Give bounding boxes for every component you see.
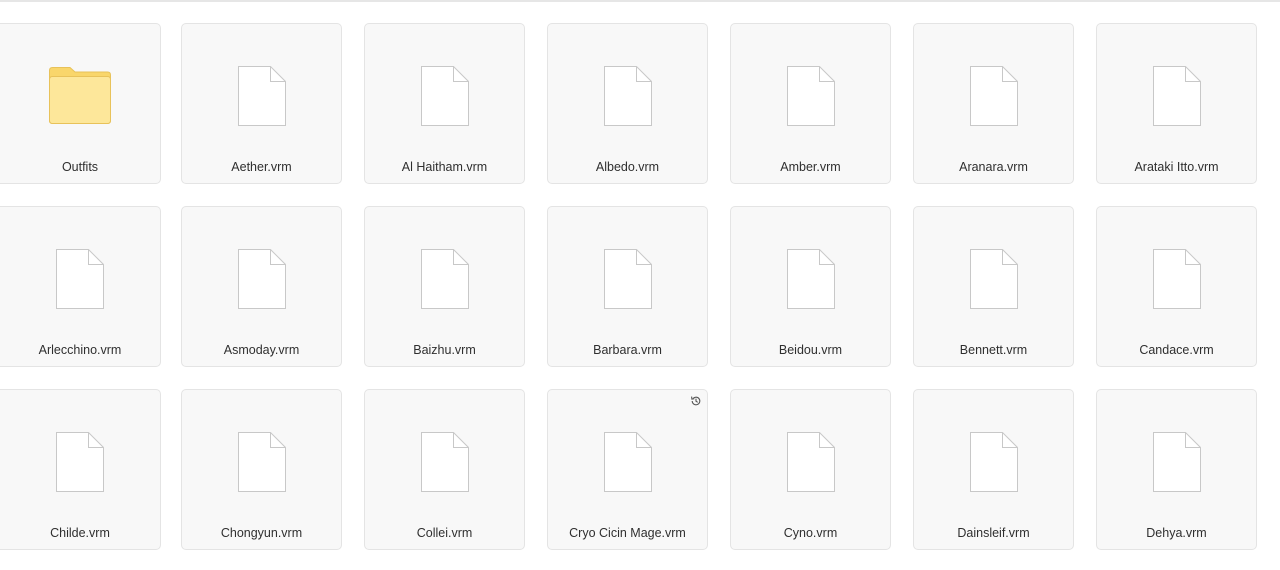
file-tile[interactable]: Chongyun.vrm [181,389,342,550]
file-tile[interactable]: Bennett.vrm [913,206,1074,367]
file-icon [1145,247,1209,311]
file-name-label: Aranara.vrm [959,160,1028,174]
file-name-label: Al Haitham.vrm [401,160,488,174]
file-tile[interactable]: Arataki Itto.vrm [1096,23,1257,184]
file-name-label: Candace.vrm [1139,343,1214,357]
file-name-label: Arataki Itto.vrm [1134,160,1219,174]
file-name-label: Barbara.vrm [593,343,662,357]
file-icon [779,64,843,128]
file-name-label: Collei.vrm [416,526,473,540]
folder-icon [48,64,112,128]
file-name-label: Chongyun.vrm [220,526,303,540]
file-tile[interactable]: Dainsleif.vrm [913,389,1074,550]
file-icon [1145,64,1209,128]
file-icon [230,430,294,494]
file-name-label: Bennett.vrm [959,343,1028,357]
file-icon [962,64,1026,128]
file-name-label: Arlecchino.vrm [38,343,122,357]
file-icon [596,64,660,128]
file-tile[interactable]: Aether.vrm [181,23,342,184]
file-tile[interactable]: Baizhu.vrm [364,206,525,367]
file-icon [48,247,112,311]
file-icon [779,247,843,311]
file-name-label: Outfits [61,160,99,174]
file-tile[interactable]: Amber.vrm [730,23,891,184]
file-icon [596,247,660,311]
file-name-label: Dehya.vrm [1146,526,1207,540]
file-name-label: Baizhu.vrm [413,343,476,357]
file-icon [1145,430,1209,494]
file-tile[interactable]: Aranara.vrm [913,23,1074,184]
file-icon [962,247,1026,311]
file-tile[interactable]: Beidou.vrm [730,206,891,367]
file-name-label: Asmoday.vrm [223,343,300,357]
file-tile[interactable]: Albedo.vrm [547,23,708,184]
file-name-label: Beidou.vrm [778,343,843,357]
file-grid: Outfits Aether.vrm Al Haitham.vrm Albedo… [0,0,1280,570]
file-name-label: Childe.vrm [50,526,110,540]
file-icon [48,430,112,494]
file-tile[interactable]: Collei.vrm [364,389,525,550]
history-icon [690,394,702,406]
file-name-label: Cyno.vrm [783,526,838,540]
file-tile[interactable]: Cryo Cicin Mage.vrm [547,389,708,550]
file-icon [596,430,660,494]
file-tile[interactable]: Candace.vrm [1096,206,1257,367]
file-name-label: Amber.vrm [780,160,841,174]
file-icon [230,64,294,128]
file-icon [413,430,477,494]
file-tile[interactable]: Arlecchino.vrm [0,206,161,367]
file-name-label: Aether.vrm [231,160,292,174]
file-tile[interactable]: Barbara.vrm [547,206,708,367]
file-icon [413,247,477,311]
file-tile[interactable]: Cyno.vrm [730,389,891,550]
file-tile[interactable]: Asmoday.vrm [181,206,342,367]
file-icon [962,430,1026,494]
file-name-label: Dainsleif.vrm [957,526,1030,540]
file-name-label: Cryo Cicin Mage.vrm [569,526,686,540]
file-tile[interactable]: Childe.vrm [0,389,161,550]
file-icon [230,247,294,311]
file-tile[interactable]: Al Haitham.vrm [364,23,525,184]
file-tile[interactable]: Dehya.vrm [1096,389,1257,550]
file-name-label: Albedo.vrm [595,160,660,174]
file-icon [779,430,843,494]
folder-tile[interactable]: Outfits [0,23,161,184]
file-icon [413,64,477,128]
